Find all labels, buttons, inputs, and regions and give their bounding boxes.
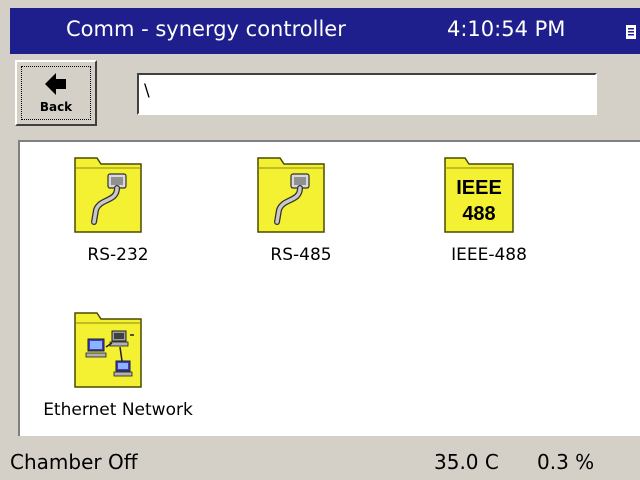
folder-label: Ethernet Network bbox=[43, 400, 193, 420]
serial-cable-folder-icon bbox=[257, 157, 325, 233]
ieee-488-folder-icon: IEEE 488 bbox=[444, 157, 514, 233]
folder-item-ieee-488[interactable]: IEEE 488 IEEE-488 bbox=[399, 150, 579, 270]
temperature-readout: 35.0 C bbox=[434, 450, 499, 474]
folder-label: RS-232 bbox=[87, 245, 149, 265]
folder-item-ethernet-network[interactable]: Ethernet Network bbox=[28, 307, 208, 427]
humidity-readout: 0.3 % bbox=[537, 450, 595, 474]
ieee-icon-number: 488 bbox=[462, 203, 495, 225]
folder-item-rs-485[interactable]: RS-485 bbox=[211, 150, 391, 270]
folder-view: RS-232 RS-485 IEEE 488 IEEE-488 Ethernet… bbox=[18, 140, 640, 436]
toolbar: Back \ bbox=[10, 54, 640, 138]
status-bar: Chamber Off 35.0 C 0.3 % bbox=[10, 440, 640, 480]
path-field[interactable]: \ bbox=[137, 73, 597, 115]
title-bar: Comm - synergy controller 4:10:54 PM bbox=[10, 8, 640, 54]
folder-label: IEEE-488 bbox=[451, 245, 527, 265]
network-computers-folder-icon bbox=[74, 312, 142, 388]
serial-cable-folder-icon bbox=[74, 157, 142, 233]
left-arrow-icon bbox=[45, 73, 66, 95]
window-title: Comm - synergy controller bbox=[66, 17, 346, 41]
back-button[interactable]: Back bbox=[15, 60, 97, 126]
clock: 4:10:54 PM bbox=[447, 17, 566, 41]
document-icon bbox=[626, 25, 636, 39]
back-label: Back bbox=[39, 100, 73, 114]
folder-item-rs-232[interactable]: RS-232 bbox=[28, 150, 208, 270]
chamber-status: Chamber Off bbox=[10, 450, 138, 474]
screen: Comm - synergy controller 4:10:54 PM Bac… bbox=[0, 0, 640, 480]
folder-label: RS-485 bbox=[270, 245, 332, 265]
ieee-icon-text: IEEE bbox=[456, 177, 502, 199]
